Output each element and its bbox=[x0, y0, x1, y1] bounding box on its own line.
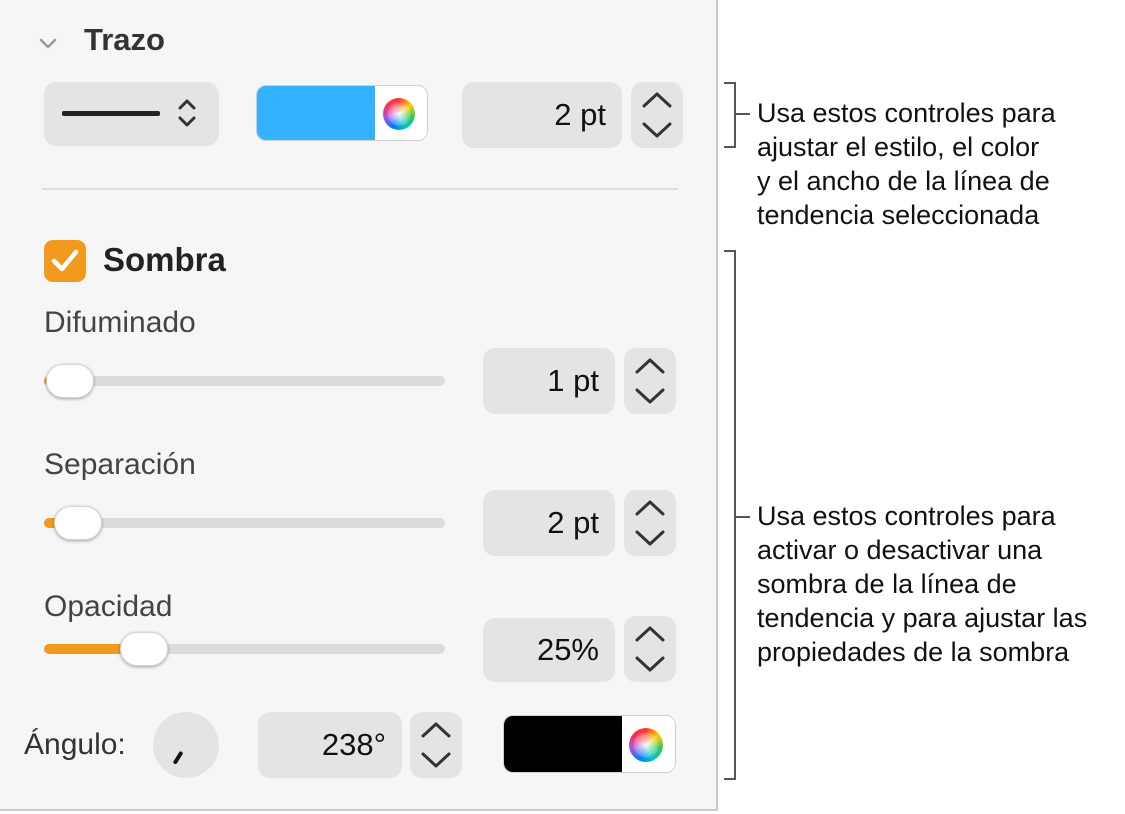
format-sidebar-panel: Trazo 2 pt Sombra Difuminado 1 pt Separa… bbox=[0, 0, 718, 811]
checkmark-icon bbox=[51, 249, 79, 272]
opacity-slider[interactable] bbox=[44, 632, 445, 666]
shadow-checkbox-label[interactable]: Sombra bbox=[103, 241, 226, 279]
chevron-down-icon[interactable] bbox=[38, 36, 58, 52]
offset-slider[interactable] bbox=[44, 506, 445, 540]
callout-bottom-line: propiedades de la sombra bbox=[757, 637, 1070, 667]
callout-text-bottom: Usa estos controles para activar o desac… bbox=[757, 499, 1087, 669]
stepper-down-icon[interactable] bbox=[635, 530, 665, 546]
callout-bottom-line: Usa estos controles para bbox=[757, 501, 1056, 531]
offset-value-field[interactable]: 2 pt bbox=[483, 490, 615, 556]
stroke-width-field[interactable]: 2 pt bbox=[462, 82, 622, 148]
stepper-down-icon[interactable] bbox=[635, 656, 665, 672]
callout-bottom-line: sombra de la línea de bbox=[757, 569, 1017, 599]
section-divider bbox=[42, 188, 678, 190]
stroke-width-stepper[interactable] bbox=[631, 82, 683, 148]
opacity-label: Opacidad bbox=[44, 590, 173, 623]
callout-tick-top bbox=[736, 113, 750, 115]
opacity-stepper[interactable] bbox=[624, 616, 676, 682]
shadow-color-swatch[interactable] bbox=[504, 716, 622, 772]
callout-bottom-line: tendencia y para ajustar las bbox=[757, 603, 1088, 633]
offset-stepper[interactable] bbox=[624, 490, 676, 556]
opacity-slider-knob[interactable] bbox=[120, 632, 169, 666]
opacity-value-field[interactable]: 25% bbox=[483, 618, 615, 682]
callout-top-line: ajustar el estilo, el color bbox=[757, 132, 1040, 162]
offset-label: Separación bbox=[44, 448, 196, 481]
stepper-down-icon[interactable] bbox=[421, 752, 451, 768]
callout-top-line: tendencia seleccionada bbox=[757, 200, 1040, 230]
stroke-style-popup[interactable] bbox=[44, 82, 219, 146]
color-wheel-icon[interactable] bbox=[383, 98, 415, 130]
stepper-up-icon[interactable] bbox=[635, 358, 665, 374]
section-title-stroke[interactable]: Trazo bbox=[84, 22, 165, 58]
angle-value-field[interactable]: 238° bbox=[258, 712, 402, 778]
blur-slider[interactable] bbox=[44, 364, 445, 398]
stepper-up-icon[interactable] bbox=[635, 500, 665, 516]
callout-top-line: Usa estos controles para bbox=[757, 98, 1056, 128]
angle-dial[interactable] bbox=[153, 712, 219, 778]
callout-bottom-line: activar o desactivar una bbox=[757, 535, 1043, 565]
callout-bracket-top bbox=[724, 82, 736, 148]
stroke-color-well[interactable] bbox=[256, 85, 428, 141]
color-wheel-icon[interactable] bbox=[629, 728, 663, 762]
callout-top-line: y el ancho de la línea de bbox=[757, 166, 1050, 196]
stepper-down-icon[interactable] bbox=[642, 122, 672, 138]
shadow-checkbox[interactable] bbox=[44, 240, 86, 282]
angle-label: Ángulo: bbox=[24, 728, 126, 761]
blur-slider-knob[interactable] bbox=[46, 364, 95, 398]
stroke-color-swatch[interactable] bbox=[257, 86, 375, 140]
shadow-color-well[interactable] bbox=[503, 715, 676, 773]
angle-dial-icon bbox=[173, 751, 183, 764]
line-style-preview bbox=[62, 111, 160, 116]
stepper-down-icon[interactable] bbox=[635, 388, 665, 404]
blur-label: Difuminado bbox=[44, 306, 196, 339]
stepper-up-icon[interactable] bbox=[635, 626, 665, 642]
callout-tick-bottom bbox=[736, 516, 750, 518]
stepper-up-icon[interactable] bbox=[421, 722, 451, 738]
callout-bracket-bottom bbox=[724, 250, 736, 780]
offset-slider-knob[interactable] bbox=[54, 506, 103, 540]
callout-text-top: Usa estos controles para ajustar el esti… bbox=[757, 96, 1056, 232]
angle-stepper[interactable] bbox=[410, 712, 462, 778]
stepper-up-icon[interactable] bbox=[642, 92, 672, 108]
blur-stepper[interactable] bbox=[624, 348, 676, 414]
blur-value-field[interactable]: 1 pt bbox=[483, 348, 615, 414]
updown-arrows-icon bbox=[178, 99, 196, 127]
